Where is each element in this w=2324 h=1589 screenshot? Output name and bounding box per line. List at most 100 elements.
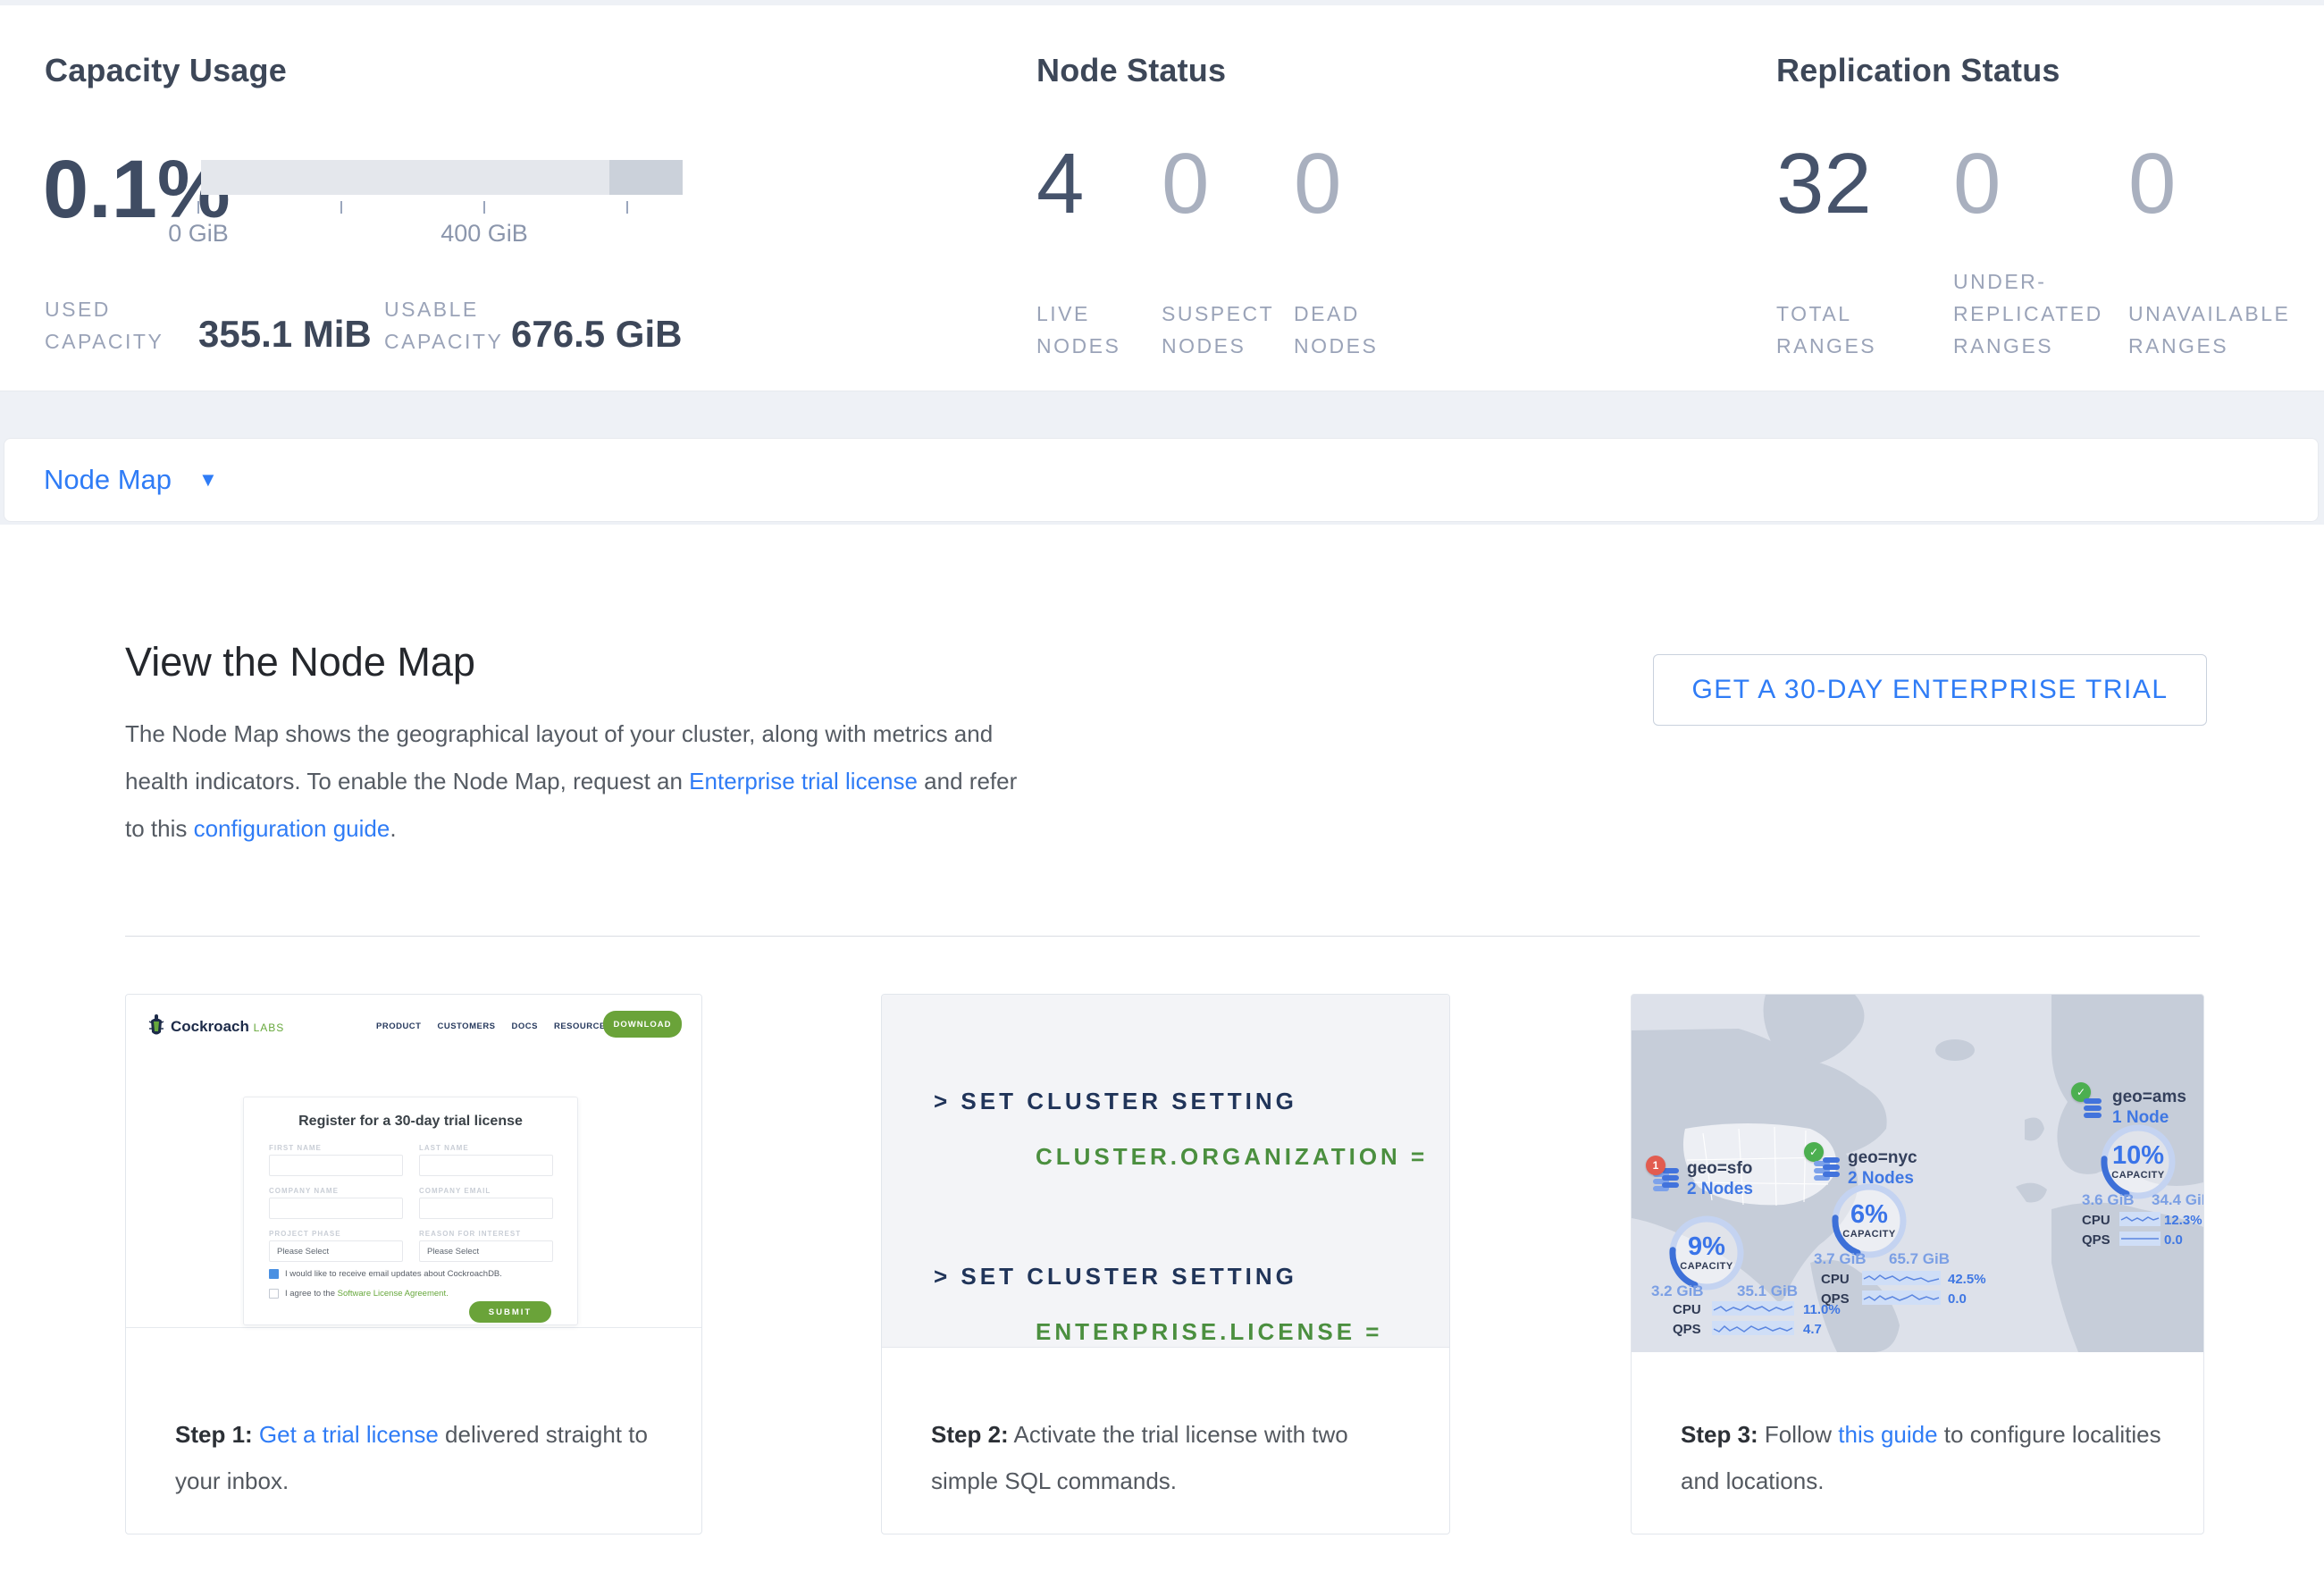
dead-nodes-label: DEAD NODES — [1294, 298, 1392, 362]
used-gib: 3.6 GiB — [2082, 1191, 2135, 1209]
usable-capacity-label: USABLE CAPACITY — [384, 293, 527, 357]
mini-field-label: PROJECT PHASE — [269, 1230, 341, 1238]
axis-tick — [483, 201, 485, 214]
step3-card: 1 geo=sfo 2 Nodes 9% CAPACITY 3.2 GiB 35… — [1631, 994, 2204, 1534]
gauge-label: CAPACITY — [2089, 1170, 2187, 1181]
mini-nav-item: DOCS — [512, 1022, 538, 1031]
capacity-bar-usable — [201, 160, 609, 195]
mini-field-label: FIRST NAME — [269, 1144, 322, 1152]
mini-checkbox-label: I agree to the Software License Agreemen… — [285, 1289, 449, 1299]
cockroach-logo-icon — [147, 1013, 165, 1039]
node-map-intro-panel: View the Node Map The Node Map shows the… — [0, 525, 2324, 1589]
view-mode-selector[interactable]: Node Map ▼ — [4, 438, 2319, 522]
mini-form-title: Register for a 30-day trial license — [244, 1114, 577, 1130]
mini-input — [419, 1198, 553, 1219]
mini-checkbox-label: I would like to receive email updates ab… — [285, 1269, 502, 1279]
mini-field-label: REASON FOR INTEREST — [419, 1230, 521, 1238]
step1-caption: Step 1: Get a trial license delivered st… — [175, 1411, 670, 1504]
mini-field-label: COMPANY EMAIL — [419, 1187, 491, 1195]
dead-nodes-value: 0 — [1294, 139, 1341, 229]
cpu-label: CPU — [2082, 1213, 2110, 1228]
qps-sparkline — [2119, 1232, 2160, 1246]
cpu-value: 12.3% — [2164, 1213, 2202, 1228]
axis-tick — [197, 201, 199, 214]
replication-status-title: Replication Status — [1776, 52, 2060, 89]
trial-signup-screenshot: Cockroach LABS PRODUCT CUSTOMERS DOCS RE… — [126, 995, 701, 1328]
step2-card: > SET CLUSTER SETTING CLUSTER.ORGANIZATI… — [881, 994, 1450, 1534]
sql-line: CLUSTER.ORGANIZATION = — [1036, 1143, 1428, 1171]
step1-card: Cockroach LABS PRODUCT CUSTOMERS DOCS RE… — [125, 994, 702, 1534]
under-replicated-label: UNDER-REPLICATED RANGES — [1953, 265, 2107, 362]
mini-submit-button: SUBMIT — [469, 1301, 551, 1323]
mini-field-label: LAST NAME — [419, 1144, 469, 1152]
mini-checkbox-row: I agree to the Software License Agreemen… — [269, 1289, 449, 1299]
axis-tick — [626, 201, 628, 214]
replication-status-section: Replication Status 32 0 0 TOTAL RANGES U… — [1776, 5, 2324, 391]
step2-caption: Step 2: Activate the trial license with … — [931, 1411, 1418, 1504]
axis-tick — [340, 201, 342, 214]
step3-text: Follow — [1758, 1421, 1839, 1448]
mini-input — [269, 1198, 403, 1219]
view-mode-label[interactable]: Node Map — [44, 464, 172, 496]
checkbox-empty-icon — [269, 1289, 279, 1299]
map-location-ams: ✓ geo=ams 1 Node 10% CAPACITY 3.6 GiB 34… — [1632, 995, 2203, 1352]
mini-brand-name: Cockroach — [171, 1018, 249, 1035]
cluster-summary-bar: Capacity Usage 0.1% 0 GiB 400 GiB USED C… — [0, 5, 2324, 391]
sql-line: > SET CLUSTER SETTING — [934, 1088, 1297, 1115]
intro-paragraph: The Node Map shows the geographical layo… — [125, 710, 1028, 853]
mini-select-value: Please Select — [277, 1247, 329, 1257]
capacity-usage-title: Capacity Usage — [45, 52, 287, 89]
chevron-down-icon: ▼ — [198, 468, 218, 492]
mini-input — [419, 1155, 553, 1176]
node-status-section: Node Status 4 0 0 LIVE NODES SUSPECT NOD… — [1036, 5, 1662, 391]
capacity-usage-section: Capacity Usage 0.1% 0 GiB 400 GiB USED C… — [0, 5, 983, 391]
mini-nav-item: CUSTOMERS — [437, 1022, 495, 1031]
sql-code-block: > SET CLUSTER SETTING CLUSTER.ORGANIZATI… — [882, 995, 1449, 1348]
total-ranges-label: TOTAL RANGES — [1776, 298, 1875, 362]
page-title: View the Node Map — [125, 639, 475, 685]
mini-nav-item: PRODUCT — [376, 1022, 421, 1031]
mini-select: Please Select — [269, 1240, 403, 1262]
mini-select-value: Please Select — [427, 1247, 479, 1257]
mini-input — [269, 1155, 403, 1176]
capacity-bar — [201, 160, 683, 195]
live-nodes-label: LIVE NODES — [1036, 298, 1135, 362]
node-map-preview: 1 geo=sfo 2 Nodes 9% CAPACITY 3.2 GiB 35… — [1632, 995, 2203, 1352]
mini-brand-suffix: LABS — [254, 1022, 285, 1034]
mini-field-label: COMPANY NAME — [269, 1187, 339, 1195]
get-trial-license-link[interactable]: Get a trial license — [259, 1421, 439, 1448]
mini-license-link: Software License Agreement. — [338, 1289, 449, 1299]
sql-line: ENTERPRISE.LICENSE = — [1036, 1318, 1382, 1346]
used-capacity-label: USED CAPACITY — [45, 293, 179, 357]
intro-text: . — [390, 815, 396, 842]
mini-download-button: DOWNLOAD — [603, 1011, 682, 1038]
checkbox-checked-icon — [269, 1269, 279, 1279]
mini-select: Please Select — [419, 1240, 553, 1262]
enterprise-trial-license-link[interactable]: Enterprise trial license — [689, 768, 918, 794]
cpu-sparkline — [2119, 1212, 2160, 1226]
total-ranges-value: 32 — [1776, 139, 1872, 229]
capacity-bar-other — [609, 160, 683, 195]
axis-label-400: 400 GiB — [440, 220, 528, 248]
section-divider — [125, 936, 2200, 937]
total-gib: 34.4 GiB — [2152, 1191, 2204, 1209]
mini-brand: Cockroach LABS — [171, 1018, 284, 1036]
step3-caption: Step 3: Follow this guide to configure l… — [1681, 1411, 2172, 1504]
mini-agree-text: I agree to the — [285, 1289, 338, 1299]
mini-register-form: Register for a 30-day trial license FIRS… — [243, 1097, 578, 1325]
live-nodes-value: 4 — [1036, 139, 1084, 229]
gauge-percent: 10% — [2089, 1141, 2187, 1171]
qps-label: QPS — [2082, 1232, 2110, 1248]
node-status-title: Node Status — [1036, 52, 1226, 89]
get-enterprise-trial-button[interactable]: GET A 30-DAY ENTERPRISE TRIAL — [1653, 654, 2207, 726]
this-guide-link[interactable]: this guide — [1838, 1421, 1937, 1448]
mini-checkbox-row: I would like to receive email updates ab… — [269, 1269, 502, 1279]
axis-label-0: 0 GiB — [168, 220, 229, 248]
suspect-nodes-value: 0 — [1162, 139, 1209, 229]
location-name: geo=ams — [2112, 1088, 2186, 1107]
usable-capacity-value: 676.5 GiB — [511, 313, 682, 356]
configuration-guide-link[interactable]: configuration guide — [194, 815, 390, 842]
step1-label: Step 1: — [175, 1421, 253, 1448]
step2-label: Step 2: — [931, 1421, 1009, 1448]
unavailable-label: UNAVAILABLE RANGES — [2128, 298, 2294, 362]
